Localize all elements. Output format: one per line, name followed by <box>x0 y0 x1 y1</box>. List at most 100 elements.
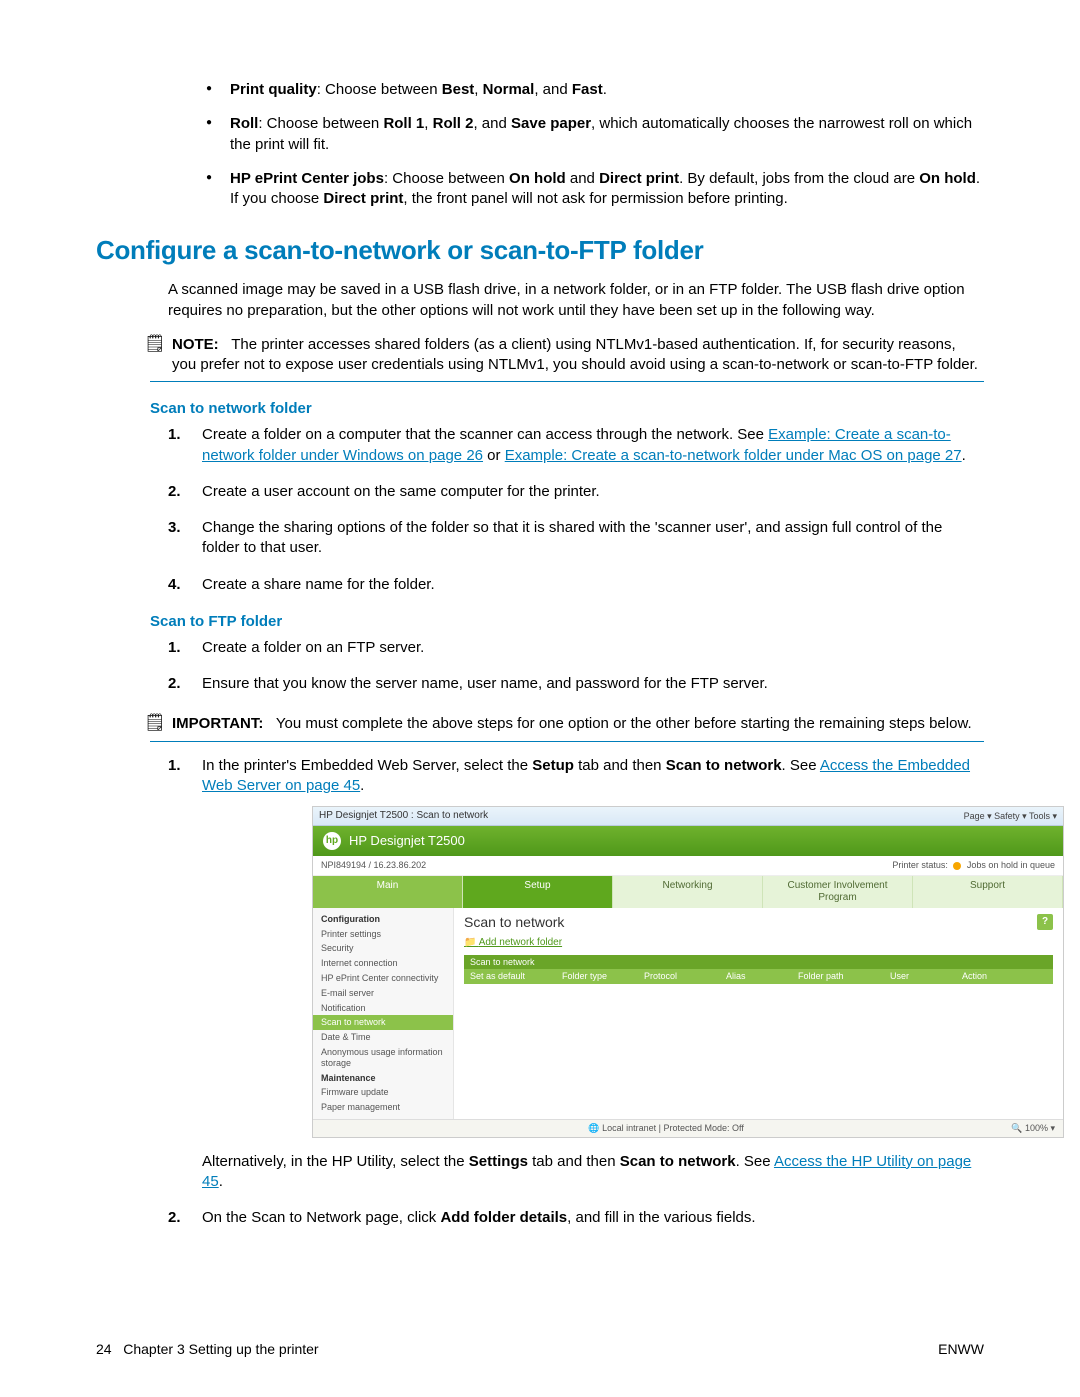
text: , the front panel will not ask for permi… <box>403 190 787 207</box>
col-folder-path: Folder path <box>792 969 884 984</box>
add-network-folder-link[interactable]: 📁 Add network folder <box>464 937 562 949</box>
step-2: Ensure that you know the server name, us… <box>168 674 984 694</box>
bullet-roll: Roll: Choose between Roll 1, Roll 2, and… <box>206 114 984 155</box>
step-2: On the Scan to Network page, click Add f… <box>168 1208 984 1228</box>
sidebar-item-security[interactable]: Security <box>313 941 453 956</box>
bullet-print-quality: Print quality: Choose between Best, Norm… <box>206 80 984 100</box>
text: . By default, jobs from the cloud are <box>679 170 919 187</box>
ews-header: hp HP Designjet T2500 <box>313 826 1063 856</box>
col-user: User <box>884 969 956 984</box>
tab-networking[interactable]: Networking <box>613 876 763 908</box>
important-label: IMPORTANT: <box>172 715 263 732</box>
text: , and <box>473 115 511 132</box>
document-page: Print quality: Choose between Best, Norm… <box>0 0 1080 1397</box>
sidebar-item-scan-network[interactable]: Scan to network <box>313 1015 453 1030</box>
footer-left: 24 Chapter 3 Setting up the printer <box>96 1341 319 1357</box>
sidebar-item-firmware[interactable]: Firmware update <box>313 1085 453 1100</box>
tab-support[interactable]: Support <box>913 876 1063 908</box>
step-2: Create a user account on the same comput… <box>168 482 984 502</box>
text: Alternatively, in the HP Utility, select… <box>202 1153 469 1170</box>
text: . <box>219 1173 223 1190</box>
link-macos-example[interactable]: Example: Create a scan-to-network folder… <box>505 447 962 464</box>
col-protocol: Protocol <box>638 969 720 984</box>
option: Direct print <box>323 190 403 207</box>
tab-name: Settings <box>469 1153 528 1170</box>
table-caption: Scan to network <box>464 955 1053 970</box>
important-block: 🗒 IMPORTANT: You must complete the above… <box>150 710 984 741</box>
status-zoom: 🔍 100% ▾ <box>1011 1123 1055 1134</box>
text: . <box>603 81 607 98</box>
text <box>268 715 276 732</box>
page-footer: 24 Chapter 3 Setting up the printer ENWW <box>96 1341 984 1357</box>
alt-paragraph: Alternatively, in the HP Utility, select… <box>202 1152 984 1193</box>
status-value: Jobs on hold in queue <box>967 860 1055 870</box>
table-header: Set as default Folder type Protocol Alia… <box>464 969 1053 984</box>
option: Fast <box>572 81 603 98</box>
link-label: Add network folder <box>479 937 562 948</box>
option: On hold <box>919 170 976 187</box>
ews-main: Scan to network ? 📁 Add network folder S… <box>454 908 1063 1119</box>
page-number: 24 <box>96 1341 112 1357</box>
help-icon[interactable]: ? <box>1037 914 1053 930</box>
tab-cip[interactable]: Customer Involvement Program <box>763 876 913 908</box>
text: : Choose between <box>384 170 509 187</box>
option: Save paper <box>511 115 591 132</box>
sidebar-item-anon[interactable]: Anonymous usage information storage <box>313 1045 453 1071</box>
ews-body: Configuration Printer settings Security … <box>313 908 1063 1119</box>
text: . See <box>736 1153 774 1170</box>
option: Direct print <box>599 170 679 187</box>
hp-logo-icon: hp <box>323 832 341 850</box>
option: Roll 2 <box>433 115 474 132</box>
col-alias: Alias <box>720 969 792 984</box>
intro-paragraph: A scanned image may be saved in a USB fl… <box>168 280 984 321</box>
ews-main-title: Scan to network ? <box>464 914 1053 931</box>
text: . <box>962 447 966 464</box>
sidebar-item-paper[interactable]: Paper management <box>313 1100 453 1115</box>
final-steps: In the printer's Embedded Web Server, se… <box>168 756 984 1229</box>
button-name: Add folder details <box>440 1209 567 1226</box>
tab-main[interactable]: Main <box>313 876 463 908</box>
important-icon: 🗒 <box>144 712 166 735</box>
product-name: HP Designjet T2500 <box>349 833 465 849</box>
printer-status: Printer status: Jobs on hold in queue <box>892 860 1055 871</box>
bullet-list: Print quality: Choose between Best, Norm… <box>96 80 984 209</box>
ews-sidebar: Configuration Printer settings Security … <box>313 908 454 1119</box>
text: Create a folder on a computer that the s… <box>202 426 768 443</box>
sidebar-item-eprint[interactable]: HP ePrint Center connectivity <box>313 971 453 986</box>
subheading-scan-network: Scan to network folder <box>150 400 984 417</box>
option: Best <box>442 81 475 98</box>
scan-ftp-steps: Create a folder on an FTP server. Ensure… <box>168 638 984 695</box>
note-text <box>223 336 231 353</box>
status-label: Printer status: <box>892 860 948 870</box>
text: . See <box>782 757 820 774</box>
text: In the printer's Embedded Web Server, se… <box>202 757 532 774</box>
text: : Choose between <box>317 81 442 98</box>
label: Roll <box>230 115 258 132</box>
text: , and fill in the various fields. <box>567 1209 755 1226</box>
ews-tabs: Main Setup Networking Customer Involveme… <box>313 876 1063 908</box>
note-label: NOTE: <box>172 336 219 353</box>
option: Normal <box>483 81 535 98</box>
col-folder-type: Folder type <box>556 969 638 984</box>
text: , <box>474 81 482 98</box>
status-zone: 🌐 Local intranet | Protected Mode: Off <box>588 1123 743 1134</box>
tab-setup[interactable]: Setup <box>463 876 613 908</box>
option-name: Scan to network <box>666 757 782 774</box>
window-title: HP Designjet T2500 : Scan to network <box>319 810 488 822</box>
text: and <box>566 170 599 187</box>
sidebar-item-printer-settings[interactable]: Printer settings <box>313 927 453 942</box>
sidebar-item-internet[interactable]: Internet connection <box>313 956 453 971</box>
status-dot-icon <box>953 862 961 870</box>
text: . <box>360 777 364 794</box>
step-1: In the printer's Embedded Web Server, se… <box>168 756 984 1193</box>
sidebar-item-datetime[interactable]: Date & Time <box>313 1030 453 1045</box>
sidebar-item-notification[interactable]: Notification <box>313 1001 453 1016</box>
bullet-eprint: HP ePrint Center jobs: Choose between On… <box>206 169 984 210</box>
chapter-title: Chapter 3 Setting up the printer <box>123 1341 318 1357</box>
table-caption-row: Scan to network <box>464 955 1053 970</box>
sidebar-item-email[interactable]: E-mail server <box>313 986 453 1001</box>
section-title: Configure a scan-to-network or scan-to-F… <box>96 235 984 266</box>
tab-name: Setup <box>532 757 574 774</box>
ews-screenshot: HP Designjet T2500 : Scan to network Pag… <box>312 806 1064 1138</box>
zoom-text: 100% ▾ <box>1025 1123 1055 1133</box>
